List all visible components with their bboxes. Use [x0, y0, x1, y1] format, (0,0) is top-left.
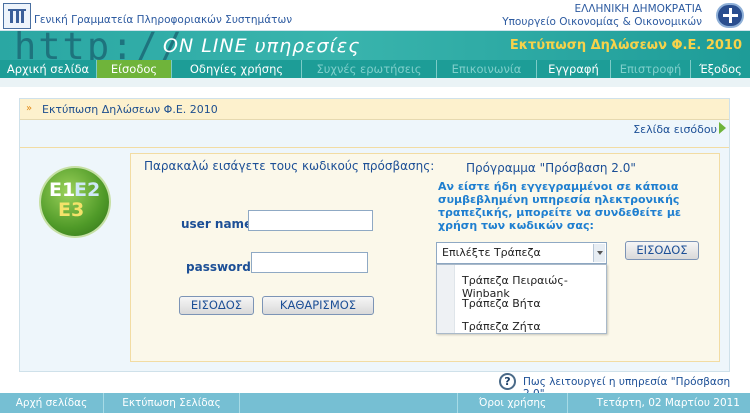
- nav-instructions[interactable]: Οδηγίες χρήσης: [172, 60, 302, 78]
- footer-print-link[interactable]: Εκτύπωση Σελίδας: [104, 393, 240, 413]
- content-area: E1 E2 E3 Παρακαλώ εισάγετε τους κωδικούς…: [20, 147, 729, 371]
- program-description: Αν είστε ήδη εγγεγραμμένοι σε κάποια συμ…: [438, 180, 682, 232]
- site-name: Γενική Γραμματεία Πληροφοριακών Συστημάτ…: [34, 14, 293, 26]
- username-input[interactable]: [248, 210, 373, 231]
- panel-title: Εκτύπωση Δηλώσεων Φ.Ε. 2010: [42, 103, 218, 116]
- nav-faq[interactable]: Συχνές ερωτήσεις: [302, 60, 437, 78]
- main-panel: » Εκτύπωση Δηλώσεων Φ.Ε. 2010 Σελίδα εισ…: [19, 98, 730, 372]
- top-header: Γενική Γραμματεία Πληροφοριακών Συστημάτ…: [0, 0, 750, 31]
- ministry-label: Υπουργείο Οικονομίας & Οικονομικών: [502, 16, 702, 28]
- password-label: password:: [186, 260, 256, 274]
- bank-select[interactable]: Επιλέξτε Τράπεζα: [436, 242, 607, 264]
- banner-http-text: http://: [14, 31, 184, 60]
- banner-online-text: ON LINE υπηρεσίες: [163, 35, 361, 57]
- nav-home[interactable]: Αρχική σελίδα: [0, 60, 97, 78]
- footer-spacer: [240, 393, 458, 413]
- nav-back[interactable]: Επιστροφή: [611, 60, 691, 78]
- banner: http:// ON LINE υπηρεσίες Εκτύπωση Δηλώσ…: [0, 31, 750, 60]
- login-page-link[interactable]: Σελίδα εισόδου: [633, 123, 717, 136]
- bank-option-vita[interactable]: Τράπεζα Βήτα: [462, 297, 541, 310]
- nav-strip: [0, 78, 750, 87]
- main-nav: Αρχική σελίδα Είσοδος Οδηγίες χρήσης Συχ…: [0, 60, 750, 78]
- question-icon[interactable]: ?: [499, 373, 516, 390]
- bank-option-zita[interactable]: Τράπεζα Ζήτα: [462, 320, 541, 333]
- password-input[interactable]: [251, 252, 368, 273]
- greek-emblem-icon: [716, 3, 744, 28]
- login-prompt: Παρακαλώ εισάγετε τους κωδικούς πρόσβαση…: [144, 159, 435, 173]
- login-button[interactable]: ΕΙΣΟΔΟΣ: [179, 296, 254, 315]
- gsis-logo: [3, 3, 31, 29]
- clear-button[interactable]: ΚΑΘΑΡΙΣΜΟΣ: [262, 296, 374, 315]
- nav-contact[interactable]: Επικοινωνία: [437, 60, 537, 78]
- footer-home-link[interactable]: Αρχή σελίδας: [0, 393, 104, 413]
- double-chevron-icon: »: [26, 103, 33, 114]
- program-title: Πρόγραμμα "Πρόσβαση 2.0": [466, 161, 636, 175]
- help-bar: ? Πως λειτουργεί η υπηρεσία "Πρόσβαση 2.…: [0, 372, 750, 400]
- bank-login-button[interactable]: ΕΙΣΟΔΟΣ: [625, 241, 699, 260]
- footer-date: Τετάρτη, 02 Μαρτίου 2011: [596, 397, 740, 409]
- chevron-down-icon[interactable]: [593, 244, 605, 262]
- footer: Αρχή σελίδας Εκτύπωση Σελίδας Όροι χρήση…: [0, 393, 750, 413]
- login-form: Παρακαλώ εισάγετε τους κωδικούς πρόσβαση…: [130, 153, 720, 362]
- bank-select-value: Επιλέξτε Τράπεζα: [442, 246, 541, 259]
- footer-terms-link[interactable]: Όροι χρήσης: [458, 393, 568, 413]
- username-label: user name:: [181, 217, 258, 231]
- banner-title: Εκτύπωση Δηλώσεων Φ.Ε. 2010: [509, 38, 742, 53]
- nav-login[interactable]: Είσοδος: [97, 60, 172, 78]
- e1-e2-e3-logo: E1 E2 E3: [41, 168, 109, 236]
- nav-exit[interactable]: Έξοδος: [691, 60, 750, 78]
- arrow-right-icon: [719, 122, 726, 134]
- bank-dropdown-list: Τράπεζα Πειραιώς-Winbank Τράπεζα Βήτα Τρ…: [436, 264, 607, 334]
- nav-register[interactable]: Εγγραφή: [537, 60, 611, 78]
- panel-header: » Εκτύπωση Δηλώσεων Φ.Ε. 2010: [20, 99, 729, 120]
- republic-label: ΕΛΛΗΝΙΚΗ ΔΗΜΟΚΡΑΤΙΑ: [574, 3, 702, 15]
